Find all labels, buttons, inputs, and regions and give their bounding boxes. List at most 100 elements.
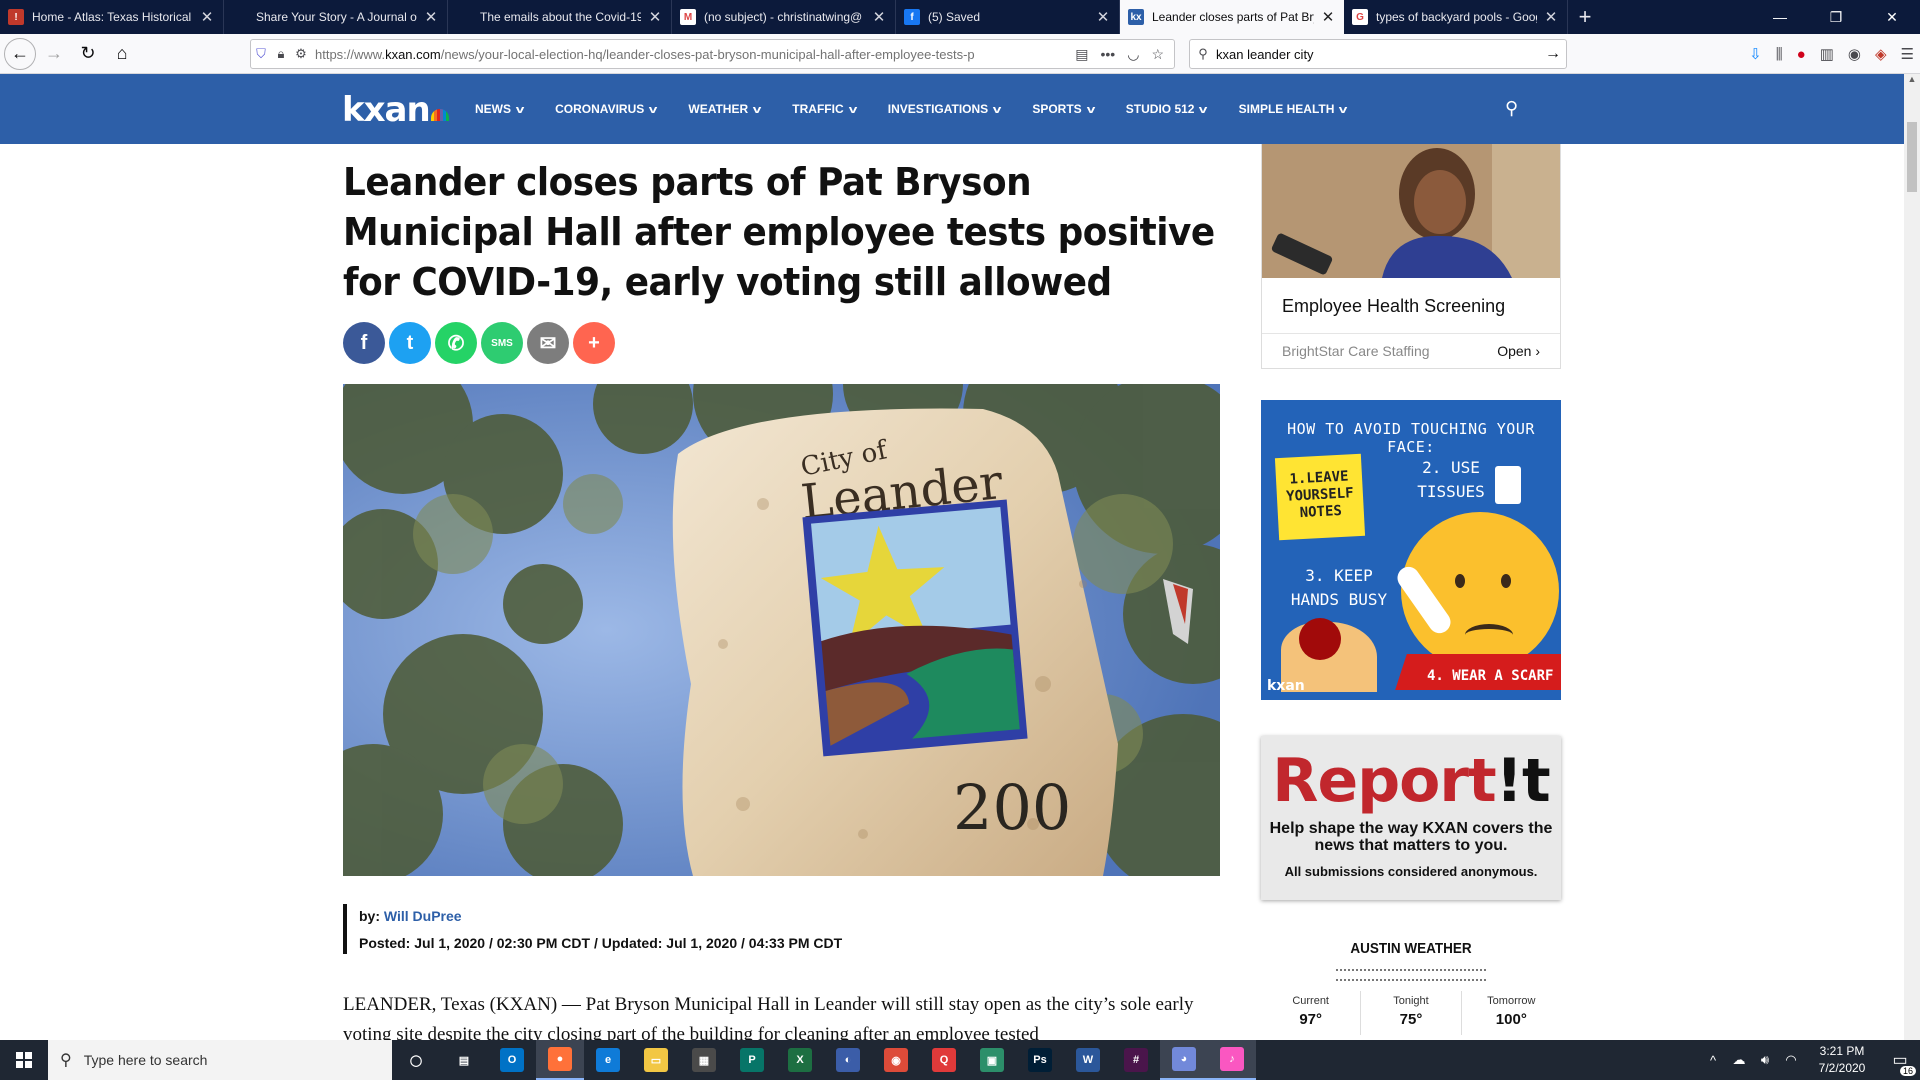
account-icon[interactable]: ◉ xyxy=(1848,45,1861,63)
nav-item-news[interactable]: NEWS v xyxy=(475,102,524,116)
chevron-up-icon[interactable]: ^ xyxy=(1700,1053,1726,1068)
site-search-icon[interactable]: ⚲ xyxy=(1505,98,1518,119)
ad-report-it[interactable]: Report!t Help shape the way KXAN covers … xyxy=(1261,736,1561,900)
search-input[interactable] xyxy=(1216,46,1540,62)
close-window-button[interactable]: ✕ xyxy=(1864,0,1920,34)
nav-item-investigations[interactable]: INVESTIGATIONS v xyxy=(888,102,1002,116)
back-button[interactable]: ← xyxy=(4,37,36,70)
nav-item-simple-health[interactable]: SIMPLE HEALTH v xyxy=(1239,102,1348,116)
taskbar-excel[interactable]: X xyxy=(776,1040,824,1080)
taskbar-store[interactable]: ▦ xyxy=(680,1040,728,1080)
taskbar-app-bulb[interactable]: ◐ xyxy=(824,1040,872,1080)
share-twitter-button[interactable]: t xyxy=(389,322,431,364)
lock-icon[interactable]: 🔒︎ xyxy=(271,46,291,62)
scroll-up-icon[interactable]: ▲ xyxy=(1904,74,1920,90)
shield-icon[interactable]: ⛉ xyxy=(251,46,271,62)
onedrive-icon[interactable]: ☁ xyxy=(1726,1052,1752,1068)
download-icon[interactable]: ⇩ xyxy=(1749,45,1762,63)
volume-icon[interactable]: 🔊︎ xyxy=(1752,1052,1778,1068)
close-tab-icon[interactable]: ✕ xyxy=(647,8,663,26)
reload-button[interactable]: ↻ xyxy=(72,38,104,70)
taskbar-itunes[interactable]: ♪ xyxy=(1208,1040,1256,1080)
new-tab-button[interactable]: + xyxy=(1568,0,1602,34)
ad-open-button[interactable]: Open › xyxy=(1497,343,1540,359)
share-facebook-button[interactable]: f xyxy=(343,322,385,364)
share-more-button[interactable]: + xyxy=(573,322,615,364)
atlas-icon: ! xyxy=(8,9,24,25)
taskbar-app-q[interactable]: Q xyxy=(920,1040,968,1080)
permissions-icon[interactable]: ⚙ xyxy=(291,46,311,62)
author-link[interactable]: Will DuPree xyxy=(384,908,462,924)
taskbar-outlook[interactable]: O xyxy=(488,1040,536,1080)
browser-tab[interactable]: Share Your Story - A Journal of the P ✕ xyxy=(224,0,448,34)
close-tab-icon[interactable]: ✕ xyxy=(423,8,439,26)
page-actions-icon[interactable]: ••• xyxy=(1101,46,1116,63)
taskbar-publisher[interactable]: P xyxy=(728,1040,776,1080)
sidebar-icon[interactable]: ▥ xyxy=(1820,45,1834,63)
bookmark-star-icon[interactable]: ☆ xyxy=(1151,46,1164,63)
share-whatsapp-button[interactable]: ✆ xyxy=(435,322,477,364)
pocket-icon[interactable]: ◡ xyxy=(1127,46,1139,63)
nav-item-studio-512[interactable]: STUDIO 512 v xyxy=(1126,102,1208,116)
scroll-thumb[interactable] xyxy=(1907,122,1917,192)
taskbar-firefox[interactable]: ● xyxy=(536,1040,584,1080)
weather-title: AUSTIN WEATHER xyxy=(1350,940,1472,957)
discord-icon: ◕ xyxy=(1172,1047,1196,1071)
maximize-button[interactable]: ❐ xyxy=(1808,0,1864,34)
browser-tab[interactable]: The emails about the Covid-19 - Ite ✕ xyxy=(448,0,672,34)
browser-tab-bar: ! Home - Atlas: Texas Historical C ✕ Share … xyxy=(0,0,1920,34)
extension-icon[interactable]: ◈ xyxy=(1875,45,1887,63)
taskbar-slack[interactable]: # xyxy=(1112,1040,1160,1080)
menu-icon[interactable]: ☰ xyxy=(1901,45,1914,63)
close-tab-icon[interactable]: ✕ xyxy=(1095,8,1111,26)
ad-title[interactable]: Employee Health Screening xyxy=(1262,278,1560,334)
minimize-button[interactable]: — xyxy=(1752,0,1808,34)
search-go-icon[interactable]: → xyxy=(1540,45,1566,63)
taskbar-search[interactable]: ⚲ Type here to search xyxy=(48,1040,392,1080)
taskbar-timeline[interactable]: ▤ xyxy=(440,1040,488,1080)
browser-tab[interactable]: ! Home - Atlas: Texas Historical C ✕ xyxy=(0,0,224,34)
close-tab-icon[interactable]: ✕ xyxy=(1320,8,1336,26)
library-icon[interactable]: ⫼ xyxy=(1776,46,1783,63)
page-scrollbar[interactable]: ▲ xyxy=(1904,74,1920,1040)
taskbar-task-view[interactable]: ◯ xyxy=(392,1040,440,1080)
browser-tab[interactable]: kx Leander closes parts of Pat Bryso ✕ xyxy=(1120,0,1344,34)
taskbar-edge[interactable]: e xyxy=(584,1040,632,1080)
nav-item-coronavirus[interactable]: CORONAVIRUS v xyxy=(555,102,657,116)
nav-item-weather[interactable]: WEATHER v xyxy=(688,102,761,116)
pinterest-icon[interactable]: ● xyxy=(1797,46,1806,63)
share-email-button[interactable]: ✉ xyxy=(527,322,569,364)
kxan-icon: kx xyxy=(1128,9,1144,25)
outlook-icon: O xyxy=(500,1048,524,1072)
close-tab-icon[interactable]: ✕ xyxy=(871,8,887,26)
ad-employee-health[interactable]: Employee Health Screening BrightStar Car… xyxy=(1261,144,1561,369)
taskbar-file-explorer[interactable]: ▭ xyxy=(632,1040,680,1080)
browser-tab[interactable]: Gtypes of backyard pools - Goog ✕ xyxy=(1344,0,1568,34)
clock[interactable]: 3:21 PM 7/2/2020 xyxy=(1804,1043,1880,1077)
wifi-icon[interactable]: ◠ xyxy=(1778,1052,1804,1068)
reader-view-icon[interactable]: ▤ xyxy=(1075,46,1088,63)
notifications-icon[interactable]: ▭ 16 xyxy=(1880,1050,1920,1076)
taskbar-app-map[interactable]: ▣ xyxy=(968,1040,1016,1080)
home-button[interactable]: ⌂ xyxy=(106,38,138,70)
browser-tab[interactable]: M (no subject) - christinatwing@ ✕ xyxy=(672,0,896,34)
share-sms-button[interactable]: SMS xyxy=(481,322,523,364)
ad-avoid-touching-face[interactable]: HOW TO AVOID TOUCHING YOUR FACE: 1.LEAVE… xyxy=(1261,400,1561,700)
start-button[interactable] xyxy=(0,1040,48,1080)
search-bar[interactable]: ⚲ → xyxy=(1189,39,1567,69)
taskbar-word[interactable]: W xyxy=(1064,1040,1112,1080)
browser-tab[interactable]: f (5) Saved ✕ xyxy=(896,0,1120,34)
app-map-icon: ▣ xyxy=(980,1048,1004,1072)
taskbar-chrome[interactable]: ◉ xyxy=(872,1040,920,1080)
kxan-logo[interactable]: kxan xyxy=(342,90,449,130)
close-tab-icon[interactable]: ✕ xyxy=(1543,8,1559,26)
nav-item-sports[interactable]: SPORTS v xyxy=(1032,102,1095,116)
nav-item-traffic[interactable]: TRAFFIC v xyxy=(792,102,857,116)
close-tab-icon[interactable]: ✕ xyxy=(199,8,215,26)
forward-button[interactable]: → xyxy=(38,38,70,70)
ad2-tip4: 4. WEAR A SCARF xyxy=(1427,668,1554,684)
url-text[interactable]: https://www.kxan.com/news/your-local-ele… xyxy=(311,47,1075,62)
url-bar[interactable]: ⛉ 🔒︎ ⚙ https://www.kxan.com/news/your-lo… xyxy=(250,39,1175,69)
taskbar-discord[interactable]: ◕ xyxy=(1160,1040,1208,1080)
taskbar-photoshop[interactable]: Ps xyxy=(1016,1040,1064,1080)
